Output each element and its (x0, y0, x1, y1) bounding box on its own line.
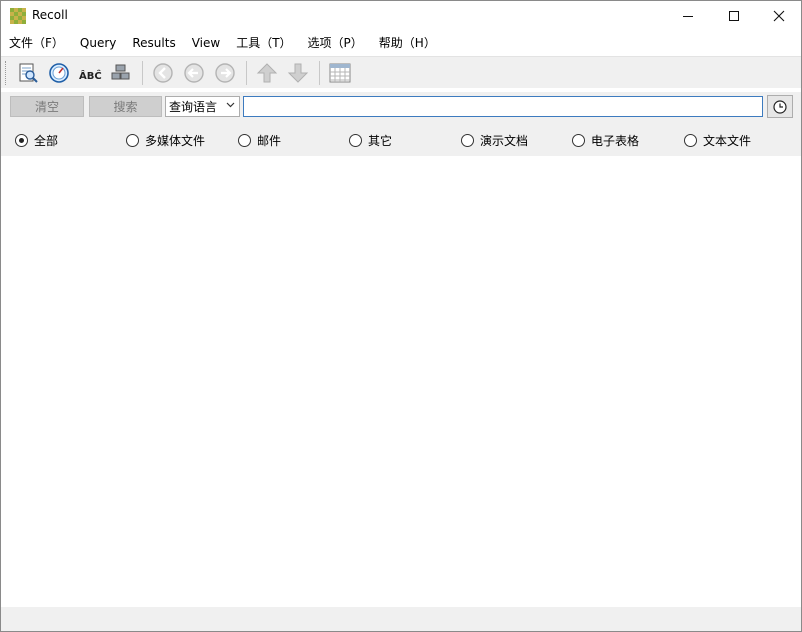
radio-unselected-icon (684, 134, 697, 147)
sort-down-button[interactable] (284, 59, 312, 87)
toolbar-grip[interactable] (5, 60, 8, 85)
sort-up-arrow-icon (256, 62, 278, 82)
category-mail-radio[interactable]: 邮件 (238, 132, 281, 149)
close-icon (773, 10, 785, 22)
first-page-icon (153, 62, 173, 83)
spell-button[interactable] (45, 59, 73, 87)
menu-query[interactable]: Query (72, 32, 124, 54)
sort-up-button[interactable] (253, 59, 281, 87)
recoll-app-icon (10, 8, 26, 24)
next-page-icon (215, 62, 235, 83)
category-label: 邮件 (257, 134, 282, 148)
window-title: Recoll (32, 8, 68, 22)
history-button[interactable] (767, 95, 793, 118)
accent-abc-icon: ÂBĈ (79, 69, 102, 82)
index-button[interactable] (107, 59, 135, 87)
first-page-button[interactable] (149, 59, 177, 87)
query-mode-value: 查询语言 (169, 100, 218, 114)
category-text-radio[interactable]: 文本文件 (684, 132, 751, 149)
toolbar-separator (246, 60, 247, 85)
results-pane[interactable] (3, 157, 799, 607)
toolbar-separator (142, 60, 143, 85)
category-other-radio[interactable]: 其它 (349, 132, 392, 149)
search-input[interactable] (243, 96, 763, 117)
category-spreadsheet-radio[interactable]: 电子表格 (572, 132, 639, 149)
category-filter: 全部 多媒体文件 邮件 其它 演示文档 电子表格 文本文件 (1, 120, 801, 156)
radio-unselected-icon (349, 134, 362, 147)
category-presentation-radio[interactable]: 演示文档 (461, 132, 528, 149)
menu-view[interactable]: View (184, 32, 228, 54)
radio-unselected-icon (238, 134, 251, 147)
category-label: 多媒体文件 (145, 134, 206, 148)
radio-unselected-icon (126, 134, 139, 147)
minimize-button[interactable] (665, 1, 711, 31)
close-button[interactable] (756, 1, 801, 31)
category-label: 演示文档 (480, 134, 529, 148)
table-view-button[interactable] (326, 59, 354, 87)
menu-file[interactable]: 文件（F） (1, 32, 72, 54)
search-bar: 清空 搜索 查询语言 (1, 92, 801, 120)
category-multimedia-radio[interactable]: 多媒体文件 (126, 132, 205, 149)
next-page-button[interactable] (211, 59, 239, 87)
sort-down-arrow-icon (287, 63, 309, 83)
maximize-icon (729, 11, 739, 21)
menu-help[interactable]: 帮助（H） (371, 32, 444, 54)
query-mode-select[interactable]: 查询语言 (165, 96, 240, 117)
menu-tools[interactable]: 工具（T） (228, 32, 299, 54)
radio-selected-icon (15, 134, 28, 147)
recoll-window: Recoll 文件（F） Query Results View 工具（T） 选项… (0, 0, 802, 632)
category-all-radio[interactable]: 全部 (15, 132, 58, 149)
toolbar-separator (319, 60, 320, 85)
radio-unselected-icon (461, 134, 474, 147)
clock-icon (773, 99, 787, 114)
radio-unselected-icon (572, 134, 585, 147)
menu-options[interactable]: 选项（P） (300, 32, 371, 54)
toolbar: ÂBĈ (1, 56, 801, 88)
maximize-button[interactable] (711, 1, 757, 31)
stack-blocks-icon (111, 64, 130, 79)
spell-dial-icon (49, 62, 69, 83)
title-bar: Recoll (1, 1, 801, 31)
previous-page-button[interactable] (180, 59, 208, 87)
previous-page-icon (184, 62, 204, 83)
table-view-icon (329, 63, 351, 82)
svg-text:ÂBĈ: ÂBĈ (79, 69, 102, 82)
menu-bar: 文件（F） Query Results View 工具（T） 选项（P） 帮助（… (1, 32, 801, 54)
category-label: 电子表格 (591, 134, 640, 148)
document-preview-icon (19, 63, 38, 83)
preview-button[interactable] (14, 59, 42, 87)
menu-results[interactable]: Results (124, 32, 183, 54)
search-button[interactable]: 搜索 (89, 96, 162, 117)
chevron-down-icon (226, 101, 235, 111)
category-label: 文本文件 (703, 134, 752, 148)
status-bar (1, 607, 801, 631)
category-label: 全部 (34, 134, 59, 148)
minimize-icon (683, 15, 693, 17)
accent-button[interactable]: ÂBĈ (76, 59, 104, 87)
clear-button[interactable]: 清空 (10, 96, 84, 117)
category-label: 其它 (368, 134, 393, 148)
